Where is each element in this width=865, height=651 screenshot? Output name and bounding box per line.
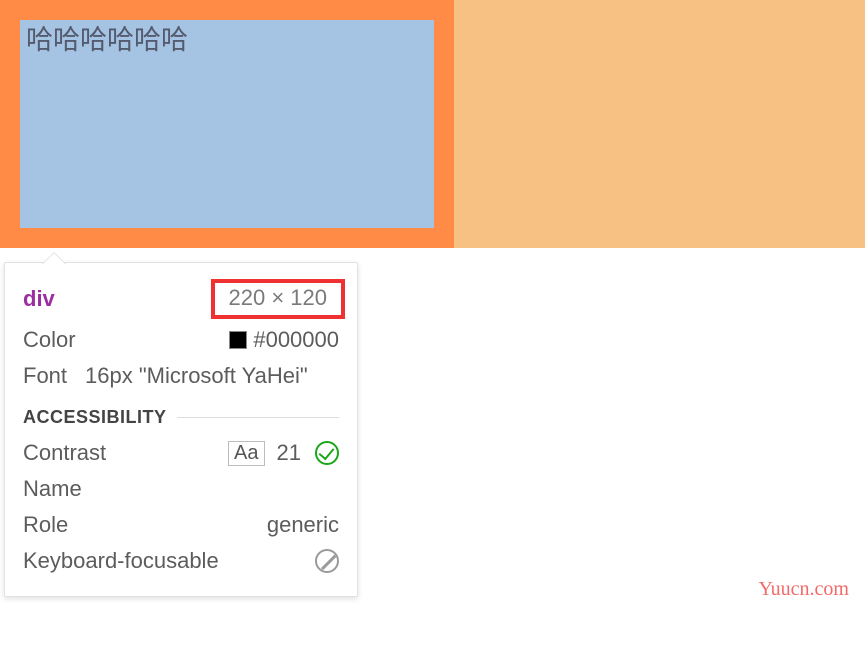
role-row: Role generic (23, 510, 339, 540)
not-allowed-icon (315, 549, 339, 573)
contrast-sample: Aa (228, 441, 264, 466)
accessibility-heading: ACCESSIBILITY (23, 407, 339, 428)
role-value: generic (267, 512, 339, 538)
check-icon (315, 441, 339, 465)
keyboard-focusable-row: Keyboard-focusable (23, 546, 339, 576)
color-label: Color (23, 327, 76, 353)
font-label: Font (23, 363, 67, 389)
role-label: Role (23, 512, 68, 538)
accessibility-heading-text: ACCESSIBILITY (23, 407, 167, 428)
color-value: #000000 (253, 327, 339, 353)
contrast-label: Contrast (23, 440, 106, 466)
outer-box-left: 哈哈哈哈哈哈 (0, 0, 454, 248)
outer-box-right (454, 0, 865, 248)
color-value-group: #000000 (229, 327, 339, 353)
color-swatch-icon (229, 331, 247, 349)
demo-boxes-row: 哈哈哈哈哈哈 (0, 0, 865, 248)
color-row: Color #000000 (23, 325, 339, 355)
tooltip-arrow-fill (43, 253, 65, 264)
keyboard-focusable-label: Keyboard-focusable (23, 548, 219, 574)
inspected-div[interactable]: 哈哈哈哈哈哈 (20, 20, 434, 228)
inspector-tooltip: div 220 × 120 Color #000000 Font 16px "M… (4, 262, 358, 597)
inspected-div-text: 哈哈哈哈哈哈 (26, 25, 188, 55)
name-row: Name (23, 474, 339, 504)
name-label: Name (23, 476, 82, 502)
watermark-text: Yuucn.com (758, 578, 849, 601)
contrast-value: 21 (277, 440, 301, 466)
contrast-row: Contrast Aa 21 (23, 438, 339, 468)
font-row: Font 16px "Microsoft YaHei" (23, 361, 339, 391)
font-value: 16px "Microsoft YaHei" (85, 363, 308, 389)
contrast-value-group: Aa 21 (228, 440, 339, 466)
tag-and-dimensions-row: div 220 × 120 (23, 279, 339, 319)
divider (177, 417, 339, 418)
element-tag: div (23, 286, 55, 312)
element-dimensions: 220 × 120 (211, 279, 345, 319)
